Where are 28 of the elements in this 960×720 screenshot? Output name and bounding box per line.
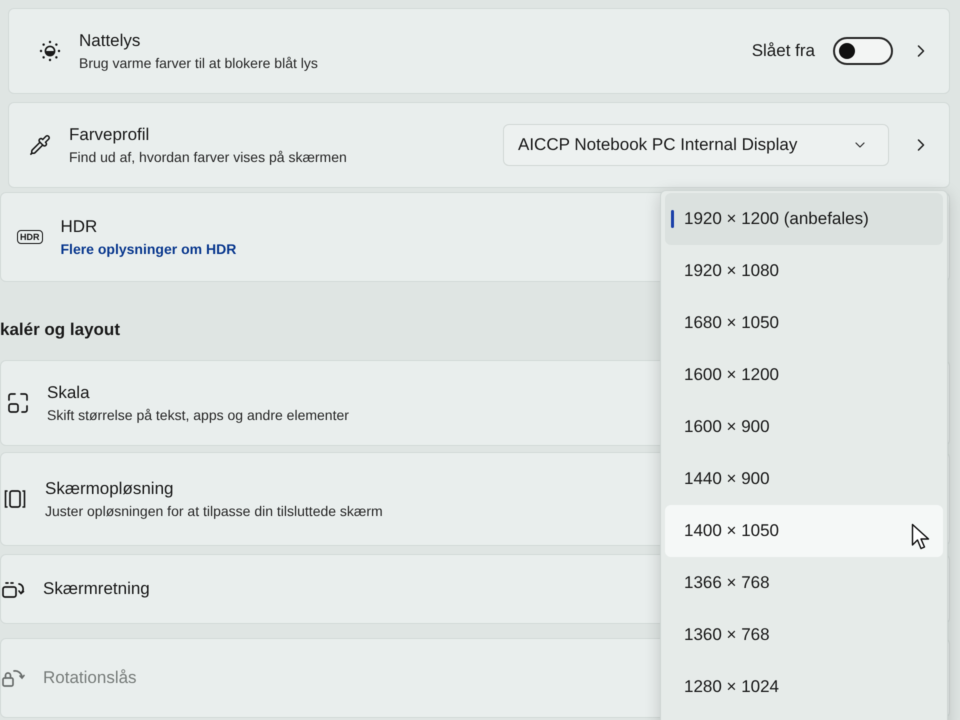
setting-title: Rotationslås bbox=[43, 667, 137, 689]
sun-icon bbox=[39, 40, 61, 62]
settings-card[interactable]: Nattelys Brug varme farver til at blokere blåt lys Slået fra bbox=[8, 8, 950, 94]
eyedropper-icon bbox=[29, 134, 51, 156]
setting-description: Find ud af, hvordan farver vises på skærmen bbox=[69, 148, 347, 166]
toggle-status-label: Slået fra bbox=[752, 40, 815, 62]
section-heading: kalér og layout bbox=[0, 318, 120, 341]
hdr-info-link[interactable]: Flere oplysninger om HDR bbox=[60, 240, 236, 258]
setting-title: Farveprofil bbox=[69, 124, 150, 146]
setting-description: Skift størrelse på tekst, apps og andre elementer bbox=[47, 406, 349, 424]
resolution-icon bbox=[3, 488, 27, 510]
mouse-pointer-icon bbox=[911, 523, 931, 551]
toggle-switch[interactable] bbox=[833, 37, 893, 65]
setting-title: HDR bbox=[60, 216, 98, 238]
scale-icon bbox=[7, 392, 29, 414]
setting-title: Skærmretning bbox=[43, 578, 150, 600]
setting-description: Juster opløsningen for at tilpasse din tilsluttede skærm bbox=[45, 502, 383, 520]
setting-title: Skala bbox=[47, 382, 91, 404]
hdr-icon: HDR bbox=[17, 230, 42, 244]
setting-title: Nattelys bbox=[79, 30, 142, 52]
resolution-option[interactable]: 1920 × 1200 (anbefales) bbox=[665, 193, 943, 245]
rotation-lock-icon bbox=[1, 667, 25, 689]
settings-card[interactable]: Farveprofil Find ud af, hvordan farver vises på skærmen AICCP Notebook PC Internal Display bbox=[8, 102, 950, 188]
resolution-option[interactable]: 1400 × 1050 bbox=[665, 505, 943, 557]
setting-title: Skærmopløsning bbox=[45, 478, 174, 500]
selection-indicator-icon bbox=[671, 210, 674, 228]
setting-description: Brug varme farver til at blokere blåt lys bbox=[79, 54, 318, 72]
color-profile-dropdown[interactable]: AICCP Notebook PC Internal Display bbox=[503, 124, 889, 166]
